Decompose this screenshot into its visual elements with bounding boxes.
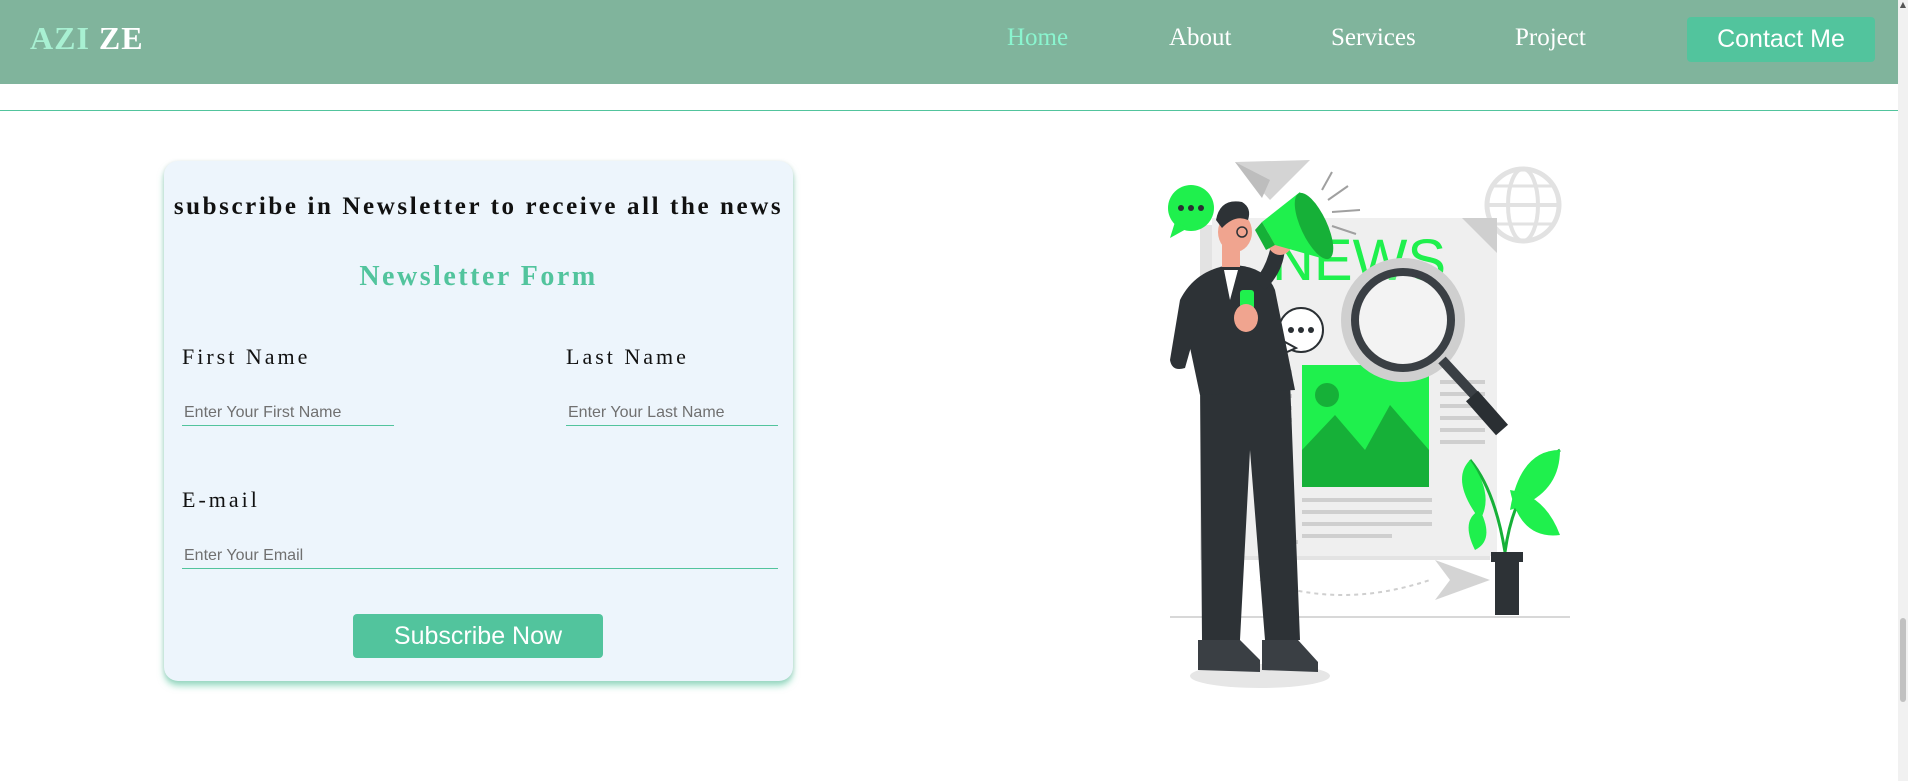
globe-icon: [1484, 166, 1562, 244]
newsletter-card: subscribe in Newsletter to receive all t…: [164, 161, 793, 681]
logo-part-2: ZE: [98, 20, 144, 56]
nav-link-project[interactable]: Project: [1515, 24, 1586, 52]
site-logo[interactable]: AZI ZE: [30, 20, 144, 57]
paper-plane-icon-2: [1435, 560, 1490, 600]
scrollbar-thumb[interactable]: [1900, 618, 1906, 702]
first-name-label: First Name: [182, 344, 311, 369]
first-name-input[interactable]: [182, 400, 394, 426]
plant-icon: [1462, 448, 1561, 615]
newsletter-form-title: Newsletter Form: [359, 261, 598, 292]
last-name-label: Last Name: [566, 344, 689, 369]
email-input[interactable]: [182, 543, 778, 569]
nav-link-services[interactable]: Services: [1331, 24, 1416, 52]
news-illustration: NEWS: [1168, 160, 1570, 688]
email-label: E-mail: [182, 487, 260, 512]
nav-link-about[interactable]: About: [1169, 24, 1232, 52]
contact-me-button[interactable]: Contact Me: [1687, 17, 1875, 62]
navbar: AZI ZE Home About Services Project Contac…: [0, 0, 1898, 84]
scroll-up-arrow-icon[interactable]: ▲: [1898, 0, 1908, 10]
section-divider: [0, 110, 1898, 111]
nav-link-home[interactable]: Home: [1007, 24, 1068, 52]
logo-part-1: AZI: [30, 20, 90, 56]
subscribe-now-button[interactable]: Subscribe Now: [353, 614, 603, 658]
last-name-input[interactable]: [566, 400, 778, 426]
newsletter-heading: subscribe in Newsletter to receive all t…: [173, 193, 784, 220]
